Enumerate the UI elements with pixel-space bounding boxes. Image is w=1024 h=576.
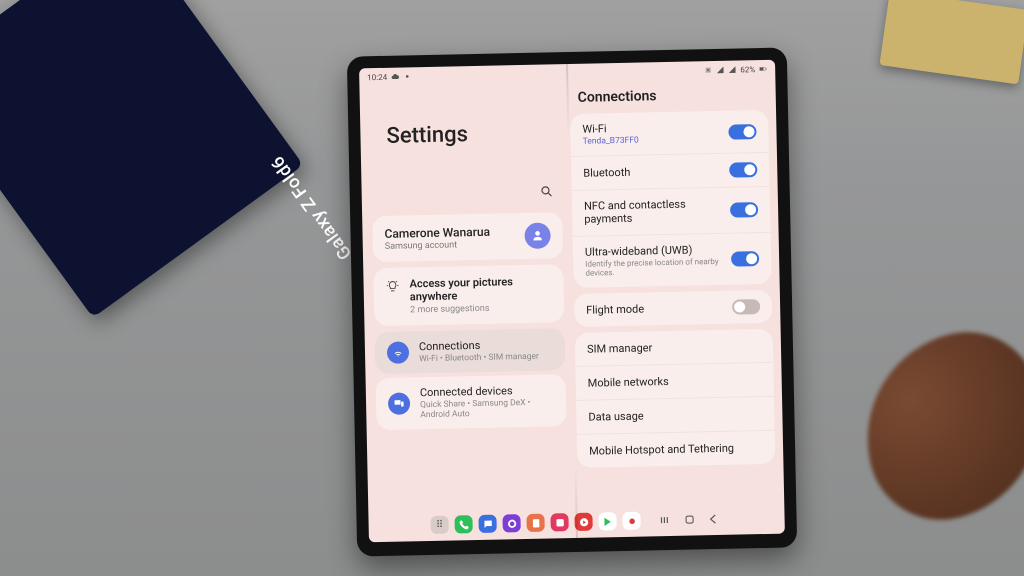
bluetooth-toggle[interactable] bbox=[729, 162, 757, 178]
uwb-detail: Identify the precise location of nearby … bbox=[585, 256, 731, 278]
profile-name: Camerone Wanarua bbox=[384, 224, 490, 240]
dock-record[interactable] bbox=[622, 512, 640, 530]
dock-browser[interactable] bbox=[502, 514, 520, 532]
bluetooth-row[interactable]: Bluetooth bbox=[571, 153, 770, 191]
dock-notes[interactable] bbox=[526, 514, 544, 532]
lightbulb-icon bbox=[385, 279, 399, 293]
flight-mode-label: Flight mode bbox=[586, 302, 644, 316]
nav-recents[interactable] bbox=[656, 511, 674, 529]
search-button[interactable] bbox=[540, 183, 554, 202]
sim-manager-row[interactable]: SIM manager bbox=[575, 329, 774, 367]
dock-apps[interactable]: ⠿ bbox=[430, 516, 448, 534]
notification-dot-icon bbox=[403, 72, 411, 80]
page-title: Settings bbox=[363, 82, 567, 187]
mobile-networks-row[interactable]: Mobile networks bbox=[575, 363, 774, 401]
dock-phone[interactable] bbox=[454, 515, 472, 533]
settings-item-title: Connections bbox=[419, 338, 539, 354]
uwb-toggle[interactable] bbox=[731, 251, 759, 267]
flight-mode-toggle[interactable] bbox=[732, 299, 760, 315]
dock-gallery[interactable] bbox=[550, 513, 568, 531]
cloud-icon bbox=[391, 73, 399, 81]
wifi-label: Wi-Fi bbox=[582, 122, 638, 136]
wifi-icon bbox=[387, 342, 409, 364]
wifi-row[interactable]: Wi-Fi Tenda_B73FF0 bbox=[570, 110, 769, 157]
nfc-icon bbox=[704, 66, 712, 74]
settings-master-pane: Settings Camerone Wanarua Samsung accoun… bbox=[363, 82, 574, 514]
flight-mode-card: Flight mode bbox=[574, 290, 773, 327]
bluetooth-label: Bluetooth bbox=[583, 166, 630, 180]
settings-item-connected-devices[interactable]: Connected devices Quick Share • Samsung … bbox=[376, 375, 567, 431]
suggestion-title: Access your pictures anywhere bbox=[409, 274, 552, 303]
profile-subtitle: Samsung account bbox=[385, 239, 491, 251]
signal2-icon bbox=[728, 66, 736, 74]
suggestion-more: 2 more suggestions bbox=[410, 303, 552, 316]
uwb-row[interactable]: Ultra-wideband (UWB) Identify the precis… bbox=[573, 232, 772, 288]
hotspot-row[interactable]: Mobile Hotspot and Tethering bbox=[577, 431, 776, 468]
signal1-icon bbox=[716, 66, 724, 74]
avatar bbox=[524, 222, 551, 249]
nfc-toggle[interactable] bbox=[730, 202, 758, 218]
nfc-label: NFC and contactless payments bbox=[584, 197, 731, 226]
wifi-network-name: Tenda_B73FF0 bbox=[583, 136, 639, 147]
nav-back[interactable] bbox=[704, 510, 722, 528]
battery-text: 62% bbox=[740, 65, 755, 74]
nfc-row[interactable]: NFC and contactless payments bbox=[572, 187, 771, 237]
settings-detail-pane: Connections Wi-Fi Tenda_B73FF0 Bluetooth bbox=[569, 78, 780, 510]
wifi-toggle[interactable] bbox=[728, 124, 756, 140]
data-usage-row[interactable]: Data usage bbox=[576, 397, 775, 435]
settings-item-subtitle: Quick Share • Samsung DeX • Android Auto bbox=[420, 398, 554, 421]
suggestion-card[interactable]: Access your pictures anywhere 2 more sug… bbox=[373, 264, 564, 326]
settings-item-subtitle: Wi-Fi • Bluetooth • SIM manager bbox=[419, 352, 539, 365]
devices-icon bbox=[388, 393, 410, 415]
dock-play-store[interactable] bbox=[598, 512, 616, 530]
dock-messages[interactable] bbox=[478, 515, 496, 533]
battery-icon bbox=[759, 65, 767, 73]
flight-mode-row[interactable]: Flight mode bbox=[574, 290, 773, 327]
screen: 10:24 62% Settings bbox=[359, 60, 785, 543]
connection-links-card: SIM manager Mobile networks Data usage M… bbox=[575, 329, 776, 468]
connection-toggles-card: Wi-Fi Tenda_B73FF0 Bluetooth NFC and con… bbox=[570, 110, 772, 288]
settings-item-connections[interactable]: Connections Wi-Fi • Bluetooth • SIM mana… bbox=[375, 329, 566, 375]
nav-home[interactable] bbox=[680, 510, 698, 528]
device-frame: 10:24 62% Settings bbox=[347, 47, 797, 556]
detail-title: Connections bbox=[569, 78, 772, 114]
samsung-account-card[interactable]: Camerone Wanarua Samsung account bbox=[372, 212, 563, 262]
status-time: 10:24 bbox=[367, 72, 387, 81]
